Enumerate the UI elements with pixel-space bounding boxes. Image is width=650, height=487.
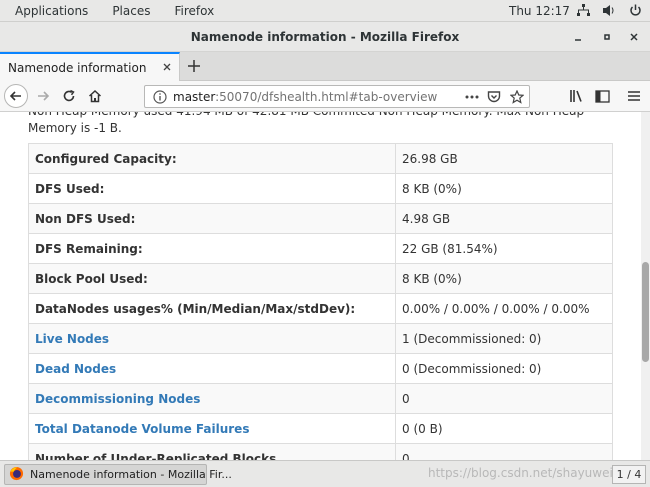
url-path: :50070/dfshealth.html#tab-overview [215, 89, 438, 104]
row-value: 8 KB (0%) [395, 263, 613, 294]
close-window-icon[interactable] [627, 30, 641, 44]
table-row: Decommissioning Nodes 0 [28, 383, 613, 414]
row-value: 1 (Decommissioned: 0) [395, 323, 613, 354]
table-row: DFS Used: 8 KB (0%) [28, 173, 613, 204]
firefox-app-menu[interactable]: Firefox [165, 4, 223, 18]
row-key: DataNodes usages% (Min/Median/Max/stdDev… [28, 293, 396, 324]
close-tab-icon[interactable] [161, 61, 173, 73]
heap-memory-text: Non Heap Memory used 41.94 MB of 42.81 M… [28, 112, 584, 135]
places-menu[interactable]: Places [103, 4, 159, 18]
url-bar[interactable]: master:50070/dfshealth.html#tab-overview [144, 85, 530, 108]
gnome-top-bar: Applications Places Firefox Thu 12:17 [0, 0, 650, 22]
library-icon[interactable] [566, 85, 588, 107]
table-row: Live Nodes 1 (Decommissioned: 0) [28, 323, 613, 354]
row-key: DFS Remaining: [28, 233, 396, 264]
row-key-link[interactable]: Dead Nodes [28, 353, 396, 384]
table-row: DataNodes usages% (Min/Median/Max/stdDev… [28, 293, 613, 324]
workspace-indicator[interactable]: 1 / 4 [612, 465, 646, 484]
sidebar-icon[interactable] [591, 85, 613, 107]
maximize-icon[interactable] [600, 30, 614, 44]
power-icon[interactable] [628, 4, 642, 18]
table-row: Configured Capacity: 26.98 GB [28, 143, 613, 174]
tab-label: Namenode information [8, 60, 147, 75]
table-row: Block Pool Used: 8 KB (0%) [28, 263, 613, 294]
row-key: Number of Under-Replicated Blocks [28, 443, 396, 460]
window-title: Namenode information - Mozilla Firefox [190, 29, 460, 44]
watermark-text: https://blog.csdn.net/shayuwei [428, 466, 613, 480]
table-row: Dead Nodes 0 (Decommissioned: 0) [28, 353, 613, 384]
table-row: Number of Under-Replicated Blocks 0 [28, 443, 613, 460]
bookmark-star-icon[interactable] [508, 88, 526, 106]
nav-toolbar: master:50070/dfshealth.html#tab-overview [0, 81, 650, 112]
applications-menu[interactable]: Applications [6, 4, 97, 18]
table-row: DFS Remaining: 22 GB (81.54%) [28, 233, 613, 264]
url-text[interactable]: master:50070/dfshealth.html#tab-overview [173, 90, 437, 104]
row-value: 8 KB (0%) [395, 173, 613, 204]
taskbar-firefox-window[interactable]: Namenode information - Mozilla Fir... [4, 464, 232, 485]
hamburger-menu-icon[interactable] [623, 85, 645, 107]
volume-icon[interactable] [602, 4, 616, 18]
row-value: 0 [395, 383, 613, 414]
clock[interactable]: Thu 12:17 [509, 4, 570, 18]
table-row: Total Datanode Volume Failures 0 (0 B) [28, 413, 613, 444]
new-tab-icon[interactable] [186, 58, 202, 74]
row-value: 4.98 GB [395, 203, 613, 234]
window-titlebar[interactable]: Namenode information - Mozilla Firefox [0, 22, 650, 52]
row-value: 26.98 GB [395, 143, 613, 174]
row-value: 0.00% / 0.00% / 0.00% / 0.00% [395, 293, 613, 324]
firefox-logo-icon [9, 466, 24, 484]
pocket-icon[interactable] [485, 88, 503, 106]
taskbar-window-label: Namenode information - Mozilla Fir... [30, 468, 232, 481]
tab-strip: Namenode information [0, 52, 650, 81]
row-key: Non DFS Used: [28, 203, 396, 234]
page-content[interactable]: Non Heap Memory used 41.94 MB of 42.81 M… [0, 112, 641, 460]
gnome-menus: Applications Places Firefox [0, 4, 223, 18]
row-value: 0 [395, 443, 613, 460]
system-tray[interactable] [576, 4, 642, 18]
site-info-icon[interactable] [150, 87, 170, 107]
back-icon[interactable] [4, 84, 28, 108]
row-key: Block Pool Used: [28, 263, 396, 294]
minimize-icon[interactable] [571, 30, 585, 44]
page-actions-icon[interactable] [463, 88, 481, 106]
home-icon[interactable] [84, 85, 106, 107]
tab-namenode-information[interactable]: Namenode information [0, 52, 180, 81]
table-row: Non DFS Used: 4.98 GB [28, 203, 613, 234]
row-value: 22 GB (81.54%) [395, 233, 613, 264]
reload-icon[interactable] [58, 85, 80, 107]
network-icon[interactable] [576, 4, 590, 18]
row-value: 0 (Decommissioned: 0) [395, 353, 613, 384]
forward-icon[interactable] [32, 85, 54, 107]
row-key-link[interactable]: Total Datanode Volume Failures [28, 413, 396, 444]
window-list-taskbar: Namenode information - Mozilla Fir... ht… [0, 460, 650, 487]
url-host: master [173, 89, 216, 104]
scrollbar-thumb[interactable] [642, 262, 649, 362]
row-key-link[interactable]: Live Nodes [28, 323, 396, 354]
row-value: 0 (0 B) [395, 413, 613, 444]
row-key: Configured Capacity: [28, 143, 396, 174]
row-key-link[interactable]: Decommissioning Nodes [28, 383, 396, 414]
overview-summary-table: Configured Capacity: 26.98 GB DFS Used: 8 K… [28, 143, 613, 460]
row-key: DFS Used: [28, 173, 396, 204]
